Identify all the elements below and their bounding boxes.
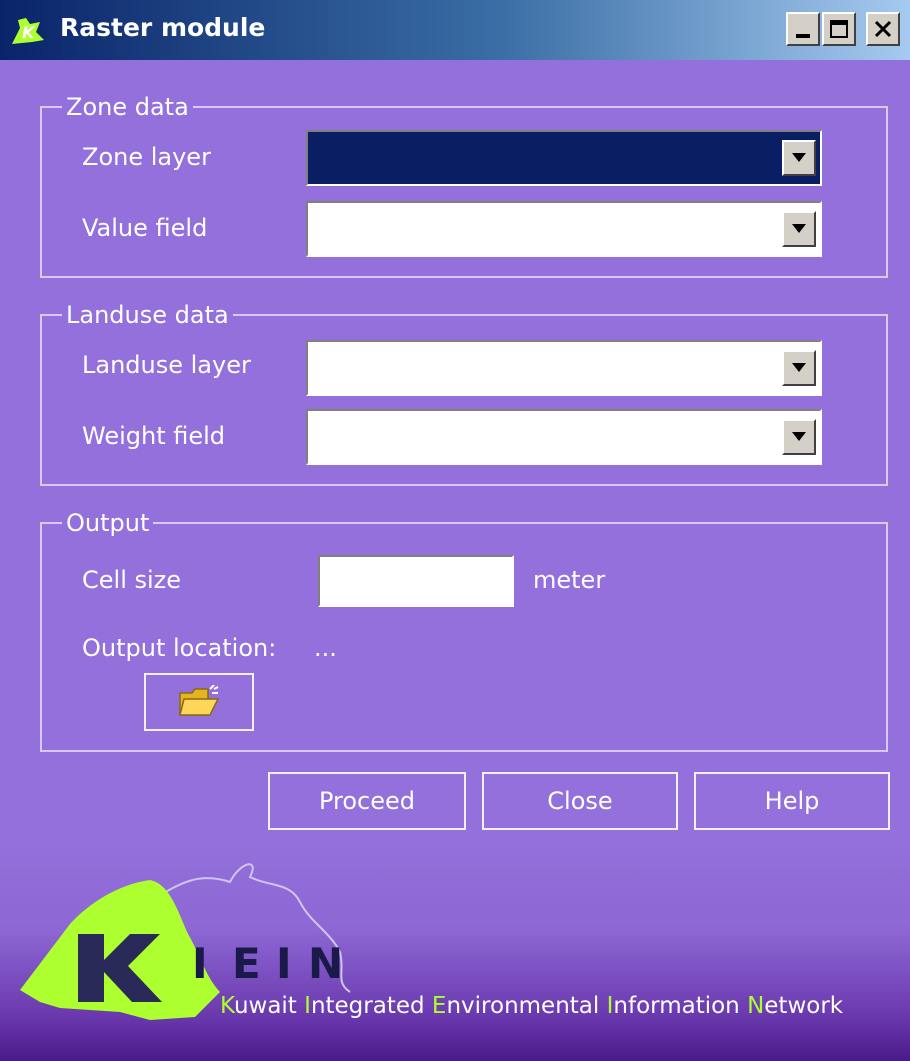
chevron-down-icon — [792, 432, 806, 441]
title-bar[interactable]: K Raster module — [0, 0, 910, 60]
tagline-initial: K — [220, 993, 234, 1019]
cell-size-label: Cell size — [82, 566, 182, 594]
zone-layer-combo[interactable] — [306, 130, 822, 186]
tagline-initial: I — [304, 993, 311, 1019]
close-button[interactable]: Close — [482, 772, 678, 830]
minimize-icon — [796, 34, 810, 38]
zone-layer-label: Zone layer — [82, 143, 211, 171]
output-legend: Output — [62, 506, 154, 540]
help-button[interactable]: Help — [694, 772, 890, 830]
maximize-icon — [830, 20, 848, 38]
logo-letter-i2: I — [276, 939, 292, 988]
maximize-button[interactable] — [822, 12, 856, 46]
tagline-initial: E — [431, 993, 447, 1019]
tagline-word: uwait — [233, 993, 305, 1019]
kiein-banner: I E I N — [0, 842, 910, 1061]
svg-text:K: K — [22, 23, 36, 42]
tagline-initial: N — [747, 993, 765, 1019]
close-window-button[interactable] — [866, 12, 900, 46]
tagline-word: nvironmental — [446, 993, 607, 1019]
chevron-down-icon — [792, 224, 806, 233]
proceed-button[interactable]: Proceed — [268, 772, 466, 830]
value-field-label: Value field — [82, 214, 208, 242]
window-title: Raster module — [60, 13, 266, 42]
weight-field-combo[interactable] — [306, 409, 822, 465]
landuse-data-legend: Landuse data — [62, 298, 233, 332]
raster-module-dialog: K Raster module Zone data Zone layer Val… — [0, 0, 910, 1061]
logo-letter-i1: I — [192, 939, 208, 988]
zone-data-legend: Zone data — [62, 90, 193, 124]
kiein-tagline: Kuwait Integrated Environmental Informat… — [220, 993, 843, 1019]
weight-field-dropdown-button[interactable] — [782, 419, 816, 455]
folder-open-icon — [179, 685, 220, 716]
tagline-word: ntegrated — [310, 993, 432, 1019]
landuse-layer-dropdown-button[interactable] — [782, 350, 816, 386]
close-icon — [874, 20, 892, 38]
kuwait-map-logo: I E I N — [20, 863, 351, 1020]
value-field-combo[interactable] — [306, 201, 822, 257]
logo-letter-n: N — [308, 939, 343, 988]
cell-size-unit: meter — [533, 566, 606, 594]
chevron-down-icon — [792, 363, 806, 372]
landuse-layer-combo[interactable] — [306, 340, 822, 396]
minimize-button[interactable] — [786, 12, 820, 46]
zone-layer-dropdown-button[interactable] — [782, 140, 816, 176]
logo-letter-e: E — [232, 939, 261, 988]
output-location-value: ... — [314, 634, 337, 662]
browse-folder-button[interactable] — [144, 673, 254, 731]
chevron-down-icon — [792, 153, 806, 162]
value-field-dropdown-button[interactable] — [782, 211, 816, 247]
weight-field-label: Weight field — [82, 422, 226, 450]
kiein-logo-icon: K — [12, 18, 44, 44]
output-location-label: Output location: — [82, 634, 277, 662]
landuse-layer-label: Landuse layer — [82, 351, 251, 379]
tagline-word: etwork — [764, 993, 844, 1019]
cell-size-input[interactable] — [318, 555, 514, 607]
tagline-word: nformation — [613, 993, 748, 1019]
